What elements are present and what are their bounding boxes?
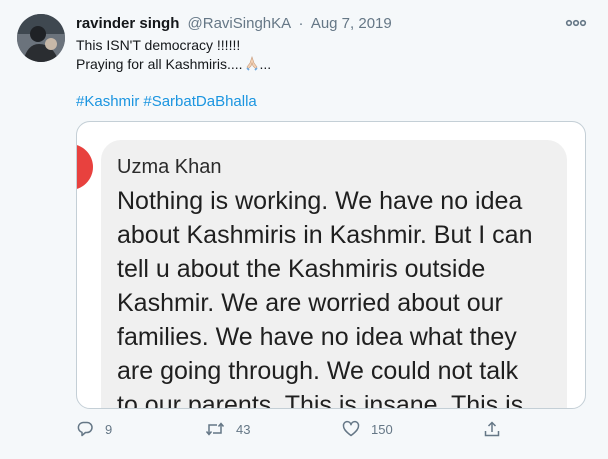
share-icon [484, 421, 500, 437]
heart-icon [342, 420, 360, 437]
retweet-button[interactable]: 43 [205, 416, 250, 442]
author-display-name[interactable]: ravinder singh [76, 15, 179, 32]
tweet-text: This ISN'T democracy !!!!!! Praying for … [76, 36, 556, 76]
message-line: families. We have no idea what they [117, 323, 517, 351]
user-avatar[interactable] [17, 14, 65, 62]
tweet-text-line: This ISN'T democracy !!!!!! [76, 37, 241, 53]
author-handle[interactable]: @RaviSinghKA [188, 15, 291, 32]
like-button[interactable]: 150 [342, 416, 393, 442]
retweet-icon [205, 422, 225, 436]
reply-icon [77, 421, 93, 437]
header-separator: · [298, 15, 304, 32]
share-button[interactable] [483, 416, 501, 442]
retweet-count: 43 [236, 421, 251, 437]
media-image[interactable]: Uzma Khan Nothing is working. We have no… [76, 121, 586, 409]
tweet-header: ravinder singh @RaviSinghKA · Aug 7, 201… [76, 14, 392, 34]
message-line: to our parents. This is insane. This is [117, 391, 524, 409]
message-bubble: Uzma Khan Nothing is working. We have no… [101, 140, 567, 409]
message-sender: Uzma Khan [117, 156, 222, 178]
hashtag-link[interactable]: #Kashmir [76, 93, 139, 110]
tweet-date[interactable]: Aug 7, 2019 [311, 15, 392, 32]
tweet: ravinder singh @RaviSinghKA · Aug 7, 201… [0, 0, 608, 459]
message-line: tell u about the Kashmiris outside [117, 255, 486, 283]
hashtag-link[interactable]: #SarbatDaBhalla [143, 93, 256, 110]
reply-button[interactable]: 9 [76, 416, 112, 442]
avatar-icon [17, 14, 65, 62]
message-line: about Kashmiris in Kashmir. But I can [117, 221, 533, 249]
like-count: 150 [371, 421, 393, 437]
more-dots-icon [565, 19, 587, 27]
message-line: are going through. We could not talk [117, 357, 519, 385]
folded-hands-icon [244, 55, 260, 76]
red-circle-mark [77, 144, 93, 190]
hashtag-list: #Kashmir #SarbatDaBhalla [76, 92, 261, 112]
tweet-text-line-content: Praying for all Kashmiris.... [76, 56, 243, 72]
message-line: Nothing is working. We have no idea [117, 187, 523, 215]
tweet-text-ellipsis: ... [259, 56, 272, 72]
reply-count: 9 [105, 421, 113, 437]
tweet-text-line: Praying for all Kashmiris....... [76, 55, 556, 76]
more-options-button[interactable] [562, 12, 590, 34]
message-line: Kashmir. We are worried about our [117, 289, 503, 317]
action-bar: 9 43 150 [0, 416, 608, 442]
message-text: Nothing is working. We have no idea abou… [117, 184, 567, 409]
